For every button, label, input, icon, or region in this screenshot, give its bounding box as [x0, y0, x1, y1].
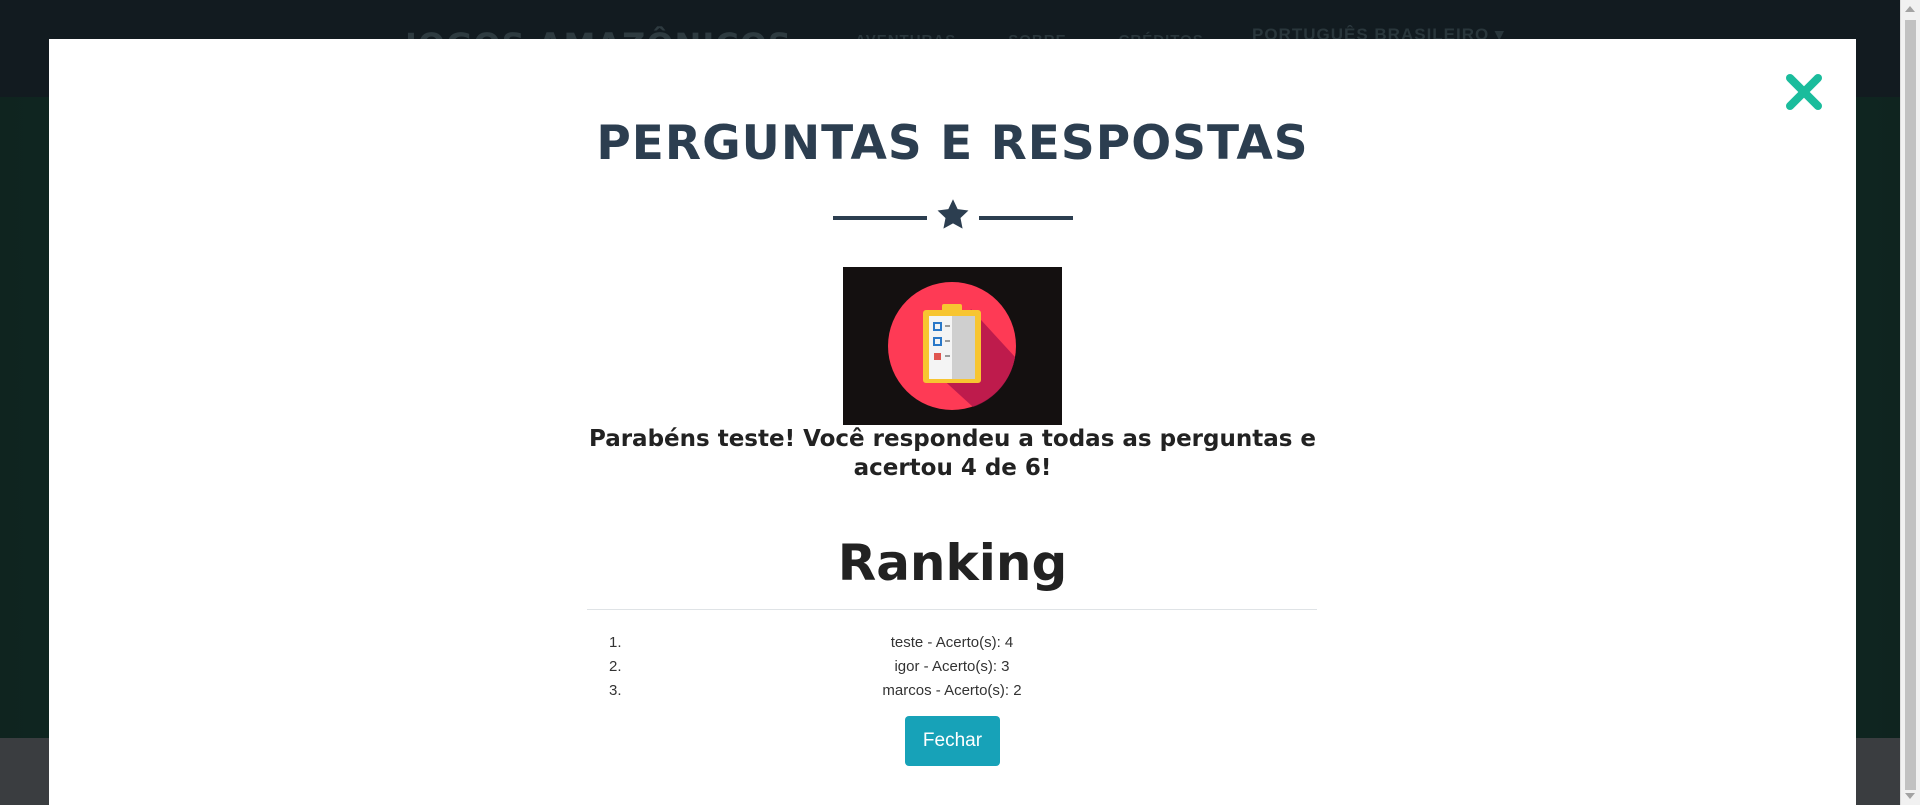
- clipboard-checklist-icon: [843, 267, 1062, 425]
- star-divider: [833, 197, 1073, 239]
- ranking-entry-text: marcos - Acerto(s): 2: [882, 682, 1022, 699]
- ranking-position: 2.: [609, 658, 622, 675]
- scroll-up-arrow-icon[interactable]: [1905, 6, 1915, 12]
- ranking-entry-text: igor - Acerto(s): 3: [894, 658, 1010, 675]
- scroll-down-arrow-icon[interactable]: [1905, 793, 1915, 799]
- modal-title: PERGUNTAS E RESPOSTAS: [596, 116, 1309, 171]
- ranking-item: 3. marcos - Acerto(s): 2: [587, 679, 1317, 703]
- ranking-list: 1. teste - Acerto(s): 4 2. igor - Acerto…: [587, 631, 1317, 703]
- divider-line-left: [833, 216, 927, 220]
- divider-line-right: [979, 216, 1073, 220]
- close-button[interactable]: Fechar: [905, 716, 1000, 766]
- ranking-position: 1.: [609, 634, 622, 651]
- results-modal: PERGUNTAS E RESPOSTAS Parabéns teste! Vo…: [49, 39, 1856, 805]
- congratulations-message: Parabéns teste! Você respondeu a todas a…: [588, 426, 1317, 481]
- ranking-heading: Ranking: [837, 534, 1068, 592]
- ranking-entry-text: teste - Acerto(s): 4: [890, 634, 1014, 651]
- ranking-item: 2. igor - Acerto(s): 3: [587, 655, 1317, 679]
- close-x-icon[interactable]: [1783, 71, 1825, 113]
- ranking-position: 3.: [609, 682, 622, 699]
- star-icon: [935, 197, 971, 233]
- ranking-item: 1. teste - Acerto(s): 4: [587, 631, 1317, 655]
- page-scrollbar[interactable]: [1900, 0, 1920, 805]
- ranking-divider: [587, 609, 1317, 610]
- scrollbar-thumb[interactable]: [1905, 20, 1916, 790]
